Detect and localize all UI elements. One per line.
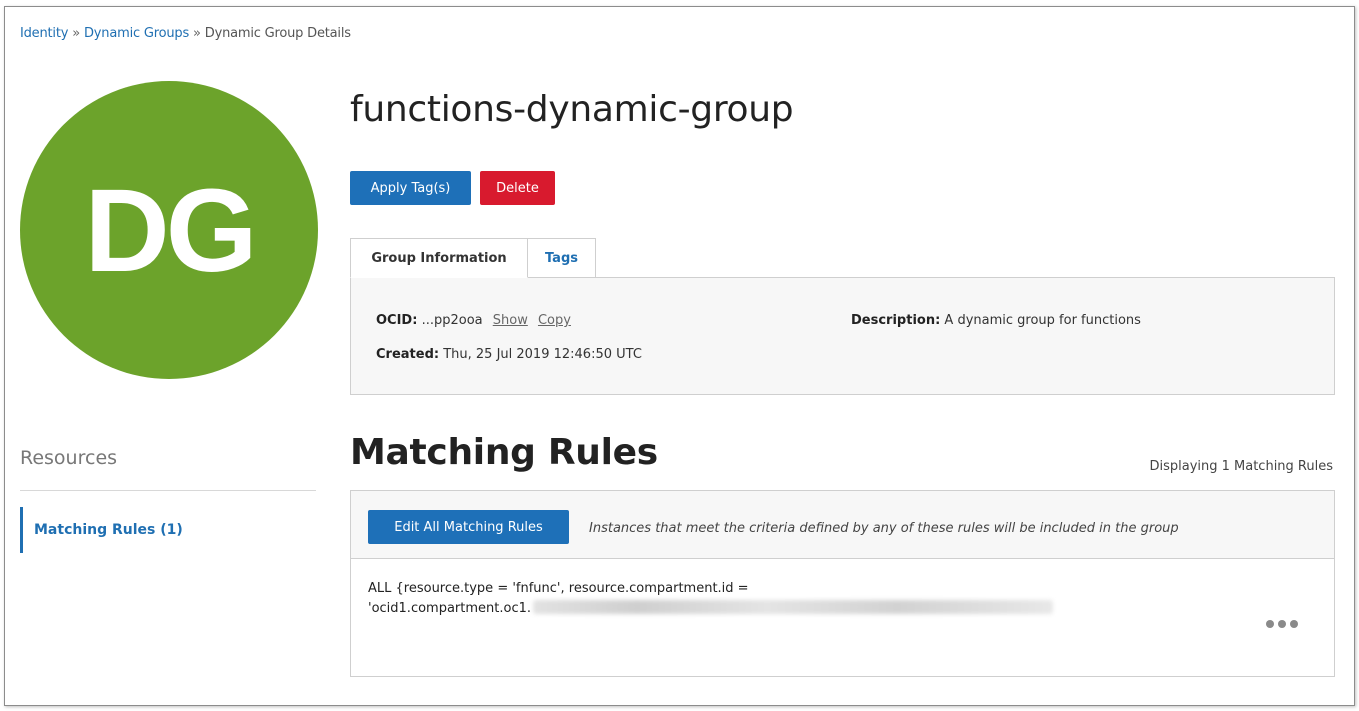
description-field: Description: A dynamic group for functio… (851, 313, 1141, 328)
description-label: Description: (851, 313, 941, 328)
rule-line-2: 'ocid1.compartment.oc1. (368, 601, 532, 616)
group-avatar: DG (20, 81, 318, 379)
avatar-initials: DG (84, 165, 258, 297)
dot (1290, 620, 1298, 628)
tab-label: Group Information (371, 250, 507, 266)
apply-tags-button[interactable]: Apply Tag(s) (350, 171, 471, 205)
dynamic-group-details-page: Identity» Dynamic Groups» Dynamic Group De… (4, 6, 1355, 706)
ocid-field: OCID: ...pp2ooa Show Copy (376, 313, 571, 328)
page-title: functions-dynamic-group (350, 89, 794, 130)
matching-rules-title: Matching Rules (350, 432, 658, 473)
breadcrumb-identity[interactable]: Identity (20, 26, 68, 41)
matching-rules-count: Displaying 1 Matching Rules (1149, 459, 1333, 474)
created-label: Created: (376, 347, 440, 362)
resources-heading: Resources (20, 447, 118, 469)
show-ocid-link[interactable]: Show (493, 313, 528, 328)
breadcrumb-current: Dynamic Group Details (204, 26, 351, 41)
more-horizontal-icon[interactable] (1262, 617, 1302, 631)
matching-rule-row: ALL {resource.type = 'fnfunc', resource.… (368, 579, 1054, 619)
redacted-ocid (533, 600, 1054, 614)
copy-ocid-link[interactable]: Copy (538, 313, 571, 328)
matching-rules-table: Edit All Matching Rules Instances that m… (350, 490, 1335, 677)
dot (1266, 620, 1274, 628)
dot (1278, 620, 1286, 628)
breadcrumb-dynamic-groups[interactable]: Dynamic Groups (84, 26, 189, 41)
breadcrumb-separator: » (72, 26, 80, 41)
breadcrumb-separator: » (193, 26, 201, 41)
matching-rules-hint: Instances that meet the criteria defined… (589, 521, 1179, 536)
tab-tags[interactable]: Tags (528, 238, 596, 278)
rule-line-1: ALL {resource.type = 'fnfunc', resource.… (368, 581, 749, 596)
sidebar-item-matching-rules[interactable]: Matching Rules (1) (20, 507, 316, 553)
breadcrumb: Identity» Dynamic Groups» Dynamic Group De… (20, 26, 351, 41)
created-field: Created: Thu, 25 Jul 2019 12:46:50 UTC (376, 347, 642, 362)
matching-rules-toolbar: Edit All Matching Rules Instances that m… (351, 491, 1334, 559)
rule-line-2-wrap: 'ocid1.compartment.oc1. (368, 599, 1054, 619)
created-value: Thu, 25 Jul 2019 12:46:50 UTC (443, 347, 642, 362)
group-information-panel: OCID: ...pp2ooa Show Copy Created: Thu, … (350, 277, 1335, 395)
resources-divider (20, 490, 316, 491)
edit-all-matching-rules-button[interactable]: Edit All Matching Rules (368, 510, 569, 544)
tab-label: Tags (544, 251, 578, 266)
ocid-label: OCID: (376, 313, 418, 328)
delete-button[interactable]: Delete (480, 171, 555, 205)
description-value: A dynamic group for functions (944, 313, 1141, 328)
tab-group-information[interactable]: Group Information (350, 238, 528, 278)
ocid-value: ...pp2ooa (421, 313, 483, 328)
